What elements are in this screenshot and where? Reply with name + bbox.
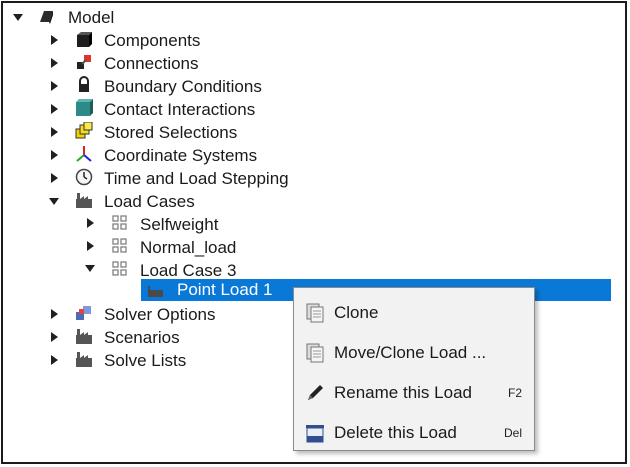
collapse-arrow-icon[interactable]: [49, 198, 59, 205]
expand-arrow-icon[interactable]: [51, 127, 58, 137]
contact-icon: [76, 99, 93, 116]
tree-item-connections[interactable]: Connections: [104, 54, 199, 74]
tree-item-normal-load[interactable]: Normal_load: [140, 238, 236, 258]
clone-icon: [306, 343, 324, 363]
model-icon: [40, 11, 53, 24]
menu-item-rename-load[interactable]: Rename this Load F2: [294, 374, 534, 410]
tree-item-label: Point Load 1: [177, 280, 273, 299]
expand-arrow-icon[interactable]: [51, 104, 58, 114]
expand-arrow-icon[interactable]: [51, 309, 58, 319]
expand-arrow-icon[interactable]: [87, 241, 94, 251]
expand-arrow-icon[interactable]: [87, 218, 94, 228]
menu-item-label: Rename this Load: [334, 383, 472, 402]
expand-arrow-icon[interactable]: [51, 150, 58, 160]
tree-item-solver-options[interactable]: Solver Options: [104, 305, 216, 325]
tree-item-load-case-3[interactable]: Load Case 3: [140, 261, 236, 281]
model-tree-panel: Model Components Connections Boundary Co…: [1, 1, 627, 464]
tree-item-time-and-load-stepping[interactable]: Time and Load Stepping: [104, 169, 289, 189]
expand-arrow-icon[interactable]: [51, 81, 58, 91]
tree-item-boundary-conditions[interactable]: Boundary Conditions: [104, 77, 262, 97]
clone-icon: [306, 303, 324, 323]
expand-arrow-icon[interactable]: [51, 173, 58, 183]
expand-arrow-icon[interactable]: [51, 58, 58, 68]
grid-icon: [112, 261, 127, 276]
factory-icon: [76, 329, 92, 344]
menu-item-label: Clone: [334, 303, 379, 322]
tree-item-contact-interactions[interactable]: Contact Interactions: [104, 100, 255, 120]
tree-item-scenarios[interactable]: Scenarios: [104, 328, 180, 348]
factory-icon: [76, 352, 92, 367]
expand-arrow-icon[interactable]: [51, 35, 58, 45]
grid-icon: [112, 215, 127, 230]
solver-icon: [76, 306, 91, 320]
clock-icon: [75, 168, 93, 186]
shortcut-label: F2: [507, 386, 522, 400]
collapse-arrow-icon[interactable]: [85, 265, 95, 272]
tree-item-stored-selections[interactable]: Stored Selections: [104, 123, 237, 143]
menu-item-move-clone-load[interactable]: Move/Clone Load ...: [294, 334, 534, 370]
expand-arrow-icon[interactable]: [51, 332, 58, 342]
menu-item-clone[interactable]: Clone: [294, 294, 534, 330]
tree-item-load-cases[interactable]: Load Cases: [104, 192, 195, 212]
trash-icon: [306, 425, 324, 443]
load-icon: [148, 286, 163, 297]
expand-arrow-icon[interactable]: [51, 355, 58, 365]
pencil-icon: [308, 385, 323, 400]
tree-item-model[interactable]: Model: [68, 8, 114, 28]
expand-arrow-icon[interactable]: [13, 14, 23, 21]
factory-icon: [76, 193, 92, 208]
grid-icon: [112, 238, 127, 253]
context-menu: Clone Move/Clone Load ... Rename this Lo…: [293, 287, 535, 451]
stored-selections-icon: [75, 122, 93, 139]
tree-item-solve-lists[interactable]: Solve Lists: [104, 351, 186, 371]
tree-item-coordinate-systems[interactable]: Coordinate Systems: [104, 146, 257, 166]
menu-item-label: Delete this Load: [334, 423, 457, 442]
tree-item-components[interactable]: Components: [104, 31, 200, 51]
tree-item-selfweight[interactable]: Selfweight: [140, 215, 218, 235]
lock-icon: [79, 76, 89, 92]
components-icon: [77, 32, 92, 47]
connections-icon: [77, 55, 91, 69]
menu-item-delete-load[interactable]: Delete this Load Del: [294, 414, 534, 450]
axes-icon: [76, 146, 92, 162]
shortcut-label: Del: [503, 426, 522, 440]
menu-item-label: Move/Clone Load ...: [334, 343, 487, 362]
